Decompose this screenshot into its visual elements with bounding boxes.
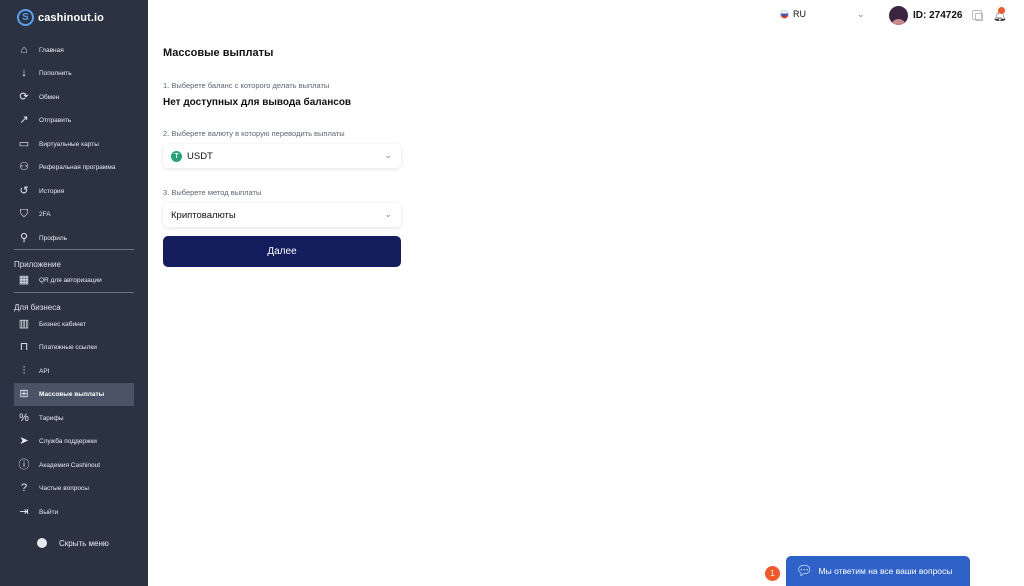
sidebar-item-history[interactable]: ↺ История bbox=[14, 181, 134, 201]
sliders-icon: ⫶ bbox=[22, 364, 26, 377]
sidebar-item-label: Академия Cashinout bbox=[39, 461, 101, 469]
users-icon: ⚇ bbox=[19, 161, 29, 173]
chat-badge: 1 bbox=[765, 566, 780, 581]
sidebar-item-download[interactable]: ↓ Пополнить bbox=[14, 64, 134, 84]
toggle-icon bbox=[37, 538, 47, 548]
currency-value: USDT bbox=[187, 150, 213, 162]
sidebar-item-label: Пополнить bbox=[39, 70, 72, 77]
sidebar-item-grid[interactable]: ⊞ Массовые выплаты bbox=[14, 383, 134, 406]
russia-flag-icon bbox=[780, 9, 789, 19]
sidebar-divider bbox=[14, 292, 134, 293]
step1-label: 1. Выберете баланс с которого делать вып… bbox=[163, 81, 330, 90]
chat-label: Мы ответим на все ваши вопросы bbox=[818, 566, 953, 576]
info-icon: ⓘ bbox=[18, 458, 30, 471]
sidebar-item-shield[interactable]: ⛉ 2FA bbox=[14, 205, 134, 225]
sidebar-item-qr[interactable]: ▦ QR для авторизации bbox=[14, 270, 134, 290]
currency-select[interactable]: T USDT ⌄ bbox=[163, 144, 401, 168]
step3-label: 3. Выберете метод выплаты bbox=[163, 188, 262, 197]
sidebar-item-label: QR для авторизации bbox=[39, 276, 102, 284]
tether-icon: T bbox=[171, 150, 182, 162]
method-value: Криптовалюты bbox=[171, 209, 236, 221]
sidebar-item-label: Служба поддержки bbox=[39, 438, 97, 445]
grid-icon: ⊞ bbox=[19, 388, 29, 400]
home-icon: ⌂ bbox=[20, 43, 28, 56]
no-balance-text: Нет доступных для вывода балансов bbox=[163, 97, 352, 108]
sidebar-item-label: Виртуальные карты bbox=[39, 140, 99, 148]
page-title: Массовые выплаты bbox=[163, 47, 274, 59]
sidebar-item-users[interactable]: ⚇ Реферальная программа bbox=[14, 158, 134, 178]
user-icon: ⚲ bbox=[19, 231, 29, 244]
question-icon: ? bbox=[20, 482, 28, 494]
sidebar-item-label: Бизнес кабинет bbox=[39, 320, 87, 328]
sidebar-item-label: 2FA bbox=[39, 211, 51, 218]
paper-plane-icon: ➤ bbox=[19, 435, 29, 447]
building-icon: ▥ bbox=[18, 317, 30, 330]
support-chat-button[interactable]: 💬︎ Мы ответим на все ваши вопросы bbox=[786, 556, 970, 586]
sidebar-item-label: Тарифы bbox=[39, 414, 64, 422]
sidebar-item-send-arrow[interactable]: ↗ Отправить bbox=[14, 111, 134, 131]
shield-icon: ⛉ bbox=[19, 208, 29, 220]
logout-icon: ⇥ bbox=[19, 505, 29, 518]
copy-icon[interactable] bbox=[972, 10, 983, 21]
sidebar-item-label: Массовые выплаты bbox=[39, 391, 105, 398]
next-button[interactable]: Далее bbox=[163, 236, 401, 267]
sidebar-item-question[interactable]: ? Частые вопросы bbox=[14, 479, 134, 499]
sidebar-item-info[interactable]: ⓘ Академия Cashinout bbox=[14, 455, 134, 475]
exchange-icon: ⟳ bbox=[19, 90, 29, 103]
avatar[interactable] bbox=[889, 6, 908, 25]
hide-menu-button[interactable]: Скрыть меню bbox=[37, 538, 109, 548]
sidebar-item-sliders[interactable]: ⫶ API bbox=[14, 361, 134, 381]
chevron-down-icon[interactable]: ⌄ bbox=[857, 9, 865, 20]
section-label-app: Приложение bbox=[14, 260, 61, 269]
hide-menu-label: Скрыть меню bbox=[59, 538, 109, 548]
sidebar-item-label: Реферальная программа bbox=[39, 164, 116, 171]
qr-icon: ▦ bbox=[18, 273, 30, 286]
sidebar-item-label: Главная bbox=[39, 46, 64, 54]
bag-icon: ⊓ bbox=[19, 341, 29, 353]
sidebar-item-percent[interactable]: % Тарифы bbox=[14, 408, 134, 428]
payout-method-select[interactable]: Криптовалюты ⌄ bbox=[163, 203, 401, 227]
sidebar-item-paper-plane[interactable]: ➤ Служба поддержки bbox=[14, 432, 134, 452]
sidebar-item-exchange[interactable]: ⟳ Обмен bbox=[14, 87, 134, 107]
sidebar-item-label: Обмен bbox=[39, 93, 60, 101]
chat-bubbles-icon: 💬︎ bbox=[796, 563, 813, 578]
sidebar-item-user[interactable]: ⚲ Профиль bbox=[14, 228, 134, 248]
sidebar-item-card[interactable]: ▭ Виртуальные карты bbox=[14, 134, 134, 154]
sidebar-item-label: Профиль bbox=[39, 234, 68, 242]
section-label-business: Для бизнеса bbox=[14, 303, 61, 312]
brand-logo[interactable]: S cashinout.io bbox=[17, 9, 104, 26]
sidebar-item-bag[interactable]: ⊓ Платежные ссылки bbox=[14, 338, 134, 358]
sidebar-item-label: Платежные ссылки bbox=[39, 344, 97, 351]
send-arrow-icon: ↗ bbox=[19, 114, 29, 126]
logo-icon: S bbox=[17, 9, 34, 26]
notification-badge bbox=[998, 7, 1005, 14]
language-selector[interactable]: RU bbox=[780, 9, 806, 19]
chevron-down-icon: ⌄ bbox=[384, 209, 392, 219]
sidebar-divider bbox=[14, 249, 134, 250]
sidebar: S cashinout.io ⌂ Главная ↓ Пополнить ⟳ Обмен ↗… bbox=[0, 0, 148, 586]
sidebar-item-label: Отправить bbox=[39, 117, 72, 124]
sidebar-item-home[interactable]: ⌂ Главная bbox=[14, 40, 134, 60]
sidebar-item-label: История bbox=[39, 187, 65, 195]
chevron-down-icon: ⌄ bbox=[384, 150, 392, 160]
percent-icon: % bbox=[19, 411, 29, 424]
sidebar-item-building[interactable]: ▥ Бизнес кабинет bbox=[14, 314, 134, 334]
card-icon: ▭ bbox=[18, 137, 30, 150]
step2-label: 2. Выберете валюту в которую переводить … bbox=[163, 129, 345, 138]
language-label: RU bbox=[793, 9, 806, 19]
sidebar-item-logout[interactable]: ⇥ Выйти bbox=[14, 502, 134, 522]
brand-name: cashinout.io bbox=[38, 11, 104, 24]
sidebar-item-label: Выйти bbox=[39, 508, 59, 516]
sidebar-item-label: API bbox=[39, 367, 50, 375]
sidebar-item-label: Частые вопросы bbox=[39, 485, 89, 492]
download-icon: ↓ bbox=[21, 67, 27, 79]
user-id: ID: 274726 bbox=[913, 10, 963, 21]
history-icon: ↺ bbox=[19, 184, 29, 197]
